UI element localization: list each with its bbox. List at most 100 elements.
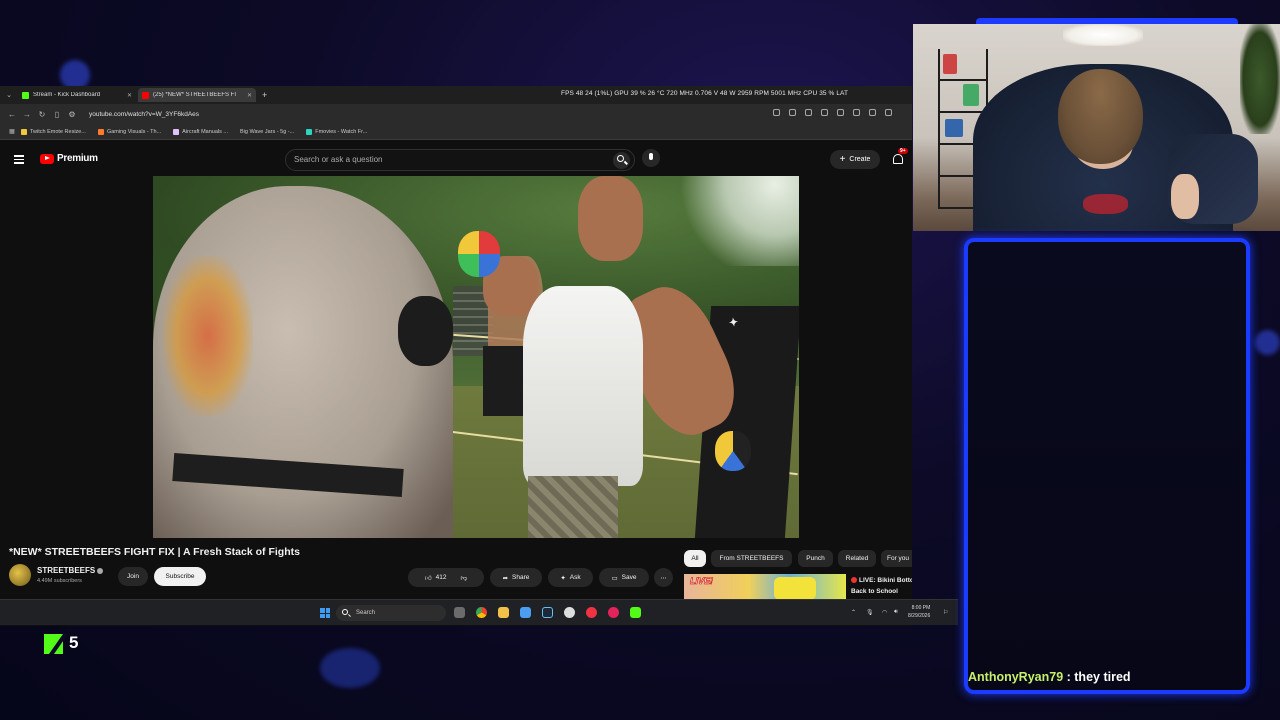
chip-from-channel[interactable]: From STREETBEEFS	[711, 550, 792, 567]
notification-icon[interactable]: ⚐	[943, 609, 948, 616]
ask-label: Ask	[569, 574, 581, 581]
file-explorer-icon[interactable]	[498, 607, 509, 618]
tray-chevron-icon[interactable]: ⌃	[851, 609, 856, 616]
more-actions-button[interactable]: ⋯	[654, 568, 673, 587]
performance-overlay: FPS 48 24 (1%L) GPU 39 % 26 °C 720 MHz 0…	[561, 90, 849, 97]
bookmark-item[interactable]: Big Wave Jars - 5g -...	[240, 129, 294, 135]
forward-icon[interactable]: →	[21, 110, 33, 119]
chip-punch[interactable]: Punch	[798, 550, 833, 567]
share-button[interactable]: ➦ Share	[490, 568, 542, 587]
windows-start-icon[interactable]	[320, 608, 330, 618]
channel-avatar[interactable]	[9, 564, 31, 586]
webcam-feed	[913, 24, 1280, 231]
app-icon[interactable]	[630, 607, 641, 618]
search-button[interactable]	[613, 152, 630, 169]
youtube-play-icon	[40, 153, 54, 164]
close-tab-icon[interactable]: ✕	[247, 92, 252, 99]
extension-icon[interactable]	[869, 109, 876, 116]
channel-name: STREETBEEFS	[37, 566, 96, 575]
taskbar-search[interactable]: Search	[336, 605, 446, 621]
create-label: Create	[849, 156, 871, 163]
chat-username: AnthonyRyan79	[968, 670, 1064, 684]
like-dislike-group: 👍︎ 412 👎︎	[408, 568, 484, 587]
system-clock[interactable]: 8:00 PM 8/29/2026	[908, 604, 930, 620]
logo-text: Premium	[57, 153, 98, 164]
chip-all[interactable]: All	[684, 550, 706, 567]
task-view-icon[interactable]	[454, 607, 465, 618]
chrome-icon[interactable]	[476, 607, 487, 618]
create-button[interactable]: + Create	[830, 150, 880, 169]
recommended-video-thumbnail[interactable]: LIVE!	[684, 574, 846, 600]
taskbar-search-label: Search	[356, 610, 376, 616]
youtube-logo[interactable]: Premium	[40, 153, 98, 164]
join-button[interactable]: Join	[118, 567, 148, 586]
recommended-video-title[interactable]: LIVE: Bikini Bottom Back to School	[851, 575, 912, 597]
bookmark-star-icon[interactable]	[805, 109, 812, 116]
like-icon[interactable]: 👍︎	[425, 574, 432, 582]
bookmark-favicon-icon	[97, 128, 104, 135]
like-count[interactable]: 412	[436, 574, 447, 581]
puzzle-boxing-glove	[458, 231, 500, 277]
chat-text: they tired	[1074, 670, 1131, 684]
back-icon[interactable]: ←	[6, 110, 18, 119]
volume-icon[interactable]: 🔊︎	[894, 609, 898, 616]
reload-icon[interactable]: ↻	[36, 110, 48, 119]
record-icon[interactable]	[608, 607, 619, 618]
channel-name-row[interactable]: STREETBEEFS	[37, 566, 104, 575]
voice-search-button[interactable]	[642, 149, 660, 167]
ask-button[interactable]: ✦ Ask	[548, 568, 593, 587]
bookmark-label: Gaming Visuals - Th...	[106, 128, 162, 135]
menu-icon[interactable]	[14, 155, 24, 166]
extension-icon[interactable]	[837, 109, 844, 116]
new-tab-icon[interactable]: +	[262, 90, 267, 100]
zoom-icon[interactable]	[773, 109, 780, 116]
search-input[interactable]	[294, 155, 594, 164]
wifi-icon[interactable]: ◠	[882, 609, 887, 616]
bookmark-item[interactable]: Fmovies - Watch Fr...	[306, 128, 367, 135]
app-icon[interactable]	[520, 607, 531, 618]
tab-search-icon[interactable]: ⌄	[0, 91, 18, 99]
streamer-hair	[1058, 69, 1143, 164]
browser-tab-strip: ⌄ Stream - Kick Dashboard ✕ (25) *NEW* S…	[0, 86, 912, 104]
chip-label: From STREETBEEFS	[719, 555, 784, 562]
subscribe-button[interactable]: Subscribe	[154, 567, 206, 586]
split-view-icon[interactable]: ▯	[51, 110, 63, 119]
taskbar-bar: Search ⌃ 🎙︎ ◠ 🔊︎ 8:00 PM 8/29/2026 ⚐	[0, 599, 958, 625]
chip-related[interactable]: Related	[838, 550, 876, 567]
save-button[interactable]: ▭ Save	[599, 568, 649, 587]
extension-icon[interactable]	[853, 109, 860, 116]
thumbnail-text: LIVE!	[690, 576, 714, 587]
extension-icon[interactable]	[885, 109, 892, 116]
bookmark-item[interactable]: Gaming Visuals - Th...	[97, 128, 162, 135]
close-tab-icon[interactable]: ✕	[127, 92, 132, 99]
site-info-icon[interactable]: ⚙	[66, 110, 78, 119]
bookmark-item[interactable]: Aircraft Manuals ...	[173, 128, 228, 135]
bookmark-item[interactable]: Twitch Emote Resize...	[21, 128, 86, 135]
subscribe-label: Subscribe	[165, 573, 195, 580]
video-title: *NEW* STREETBEEFS FIGHT FIX | A Fresh St…	[9, 546, 300, 558]
app-icon[interactable]	[586, 607, 597, 618]
fighter-camo-shorts	[528, 476, 618, 538]
notifications-bell-icon[interactable]	[893, 154, 903, 164]
rec-title-text: LIVE: Bikini Bottom Back to School	[851, 577, 912, 595]
save-label: Save	[621, 574, 637, 581]
extensions-icon[interactable]	[821, 109, 828, 116]
boxing-glove	[715, 431, 751, 471]
cast-icon[interactable]	[789, 109, 796, 116]
youtube-header: Premium + Create 9+	[0, 140, 912, 180]
plus-icon: +	[839, 154, 846, 165]
apps-grid-icon[interactable]: ▦	[6, 128, 18, 135]
steam-icon[interactable]	[542, 607, 553, 618]
microphone-tray-icon[interactable]: 🎙︎	[866, 609, 874, 616]
media-player-icon[interactable]	[564, 607, 575, 618]
youtube-favicon-icon	[142, 91, 149, 99]
tab-kick-dashboard[interactable]: Stream - Kick Dashboard ✕	[18, 88, 136, 102]
dislike-icon[interactable]: 👎︎	[461, 574, 468, 582]
search-icon	[617, 155, 624, 162]
kick-favicon-icon	[22, 91, 29, 99]
url-field[interactable]: youtube.com/watch?v=W_3YF6kdAes	[89, 111, 199, 118]
chip-for-you[interactable]: For you	[881, 550, 912, 567]
chip-label: For you	[887, 555, 910, 562]
tab-youtube-video[interactable]: (25) *NEW* STREETBEEFS FI ✕	[138, 88, 256, 102]
video-player[interactable]: ✦	[153, 176, 799, 538]
